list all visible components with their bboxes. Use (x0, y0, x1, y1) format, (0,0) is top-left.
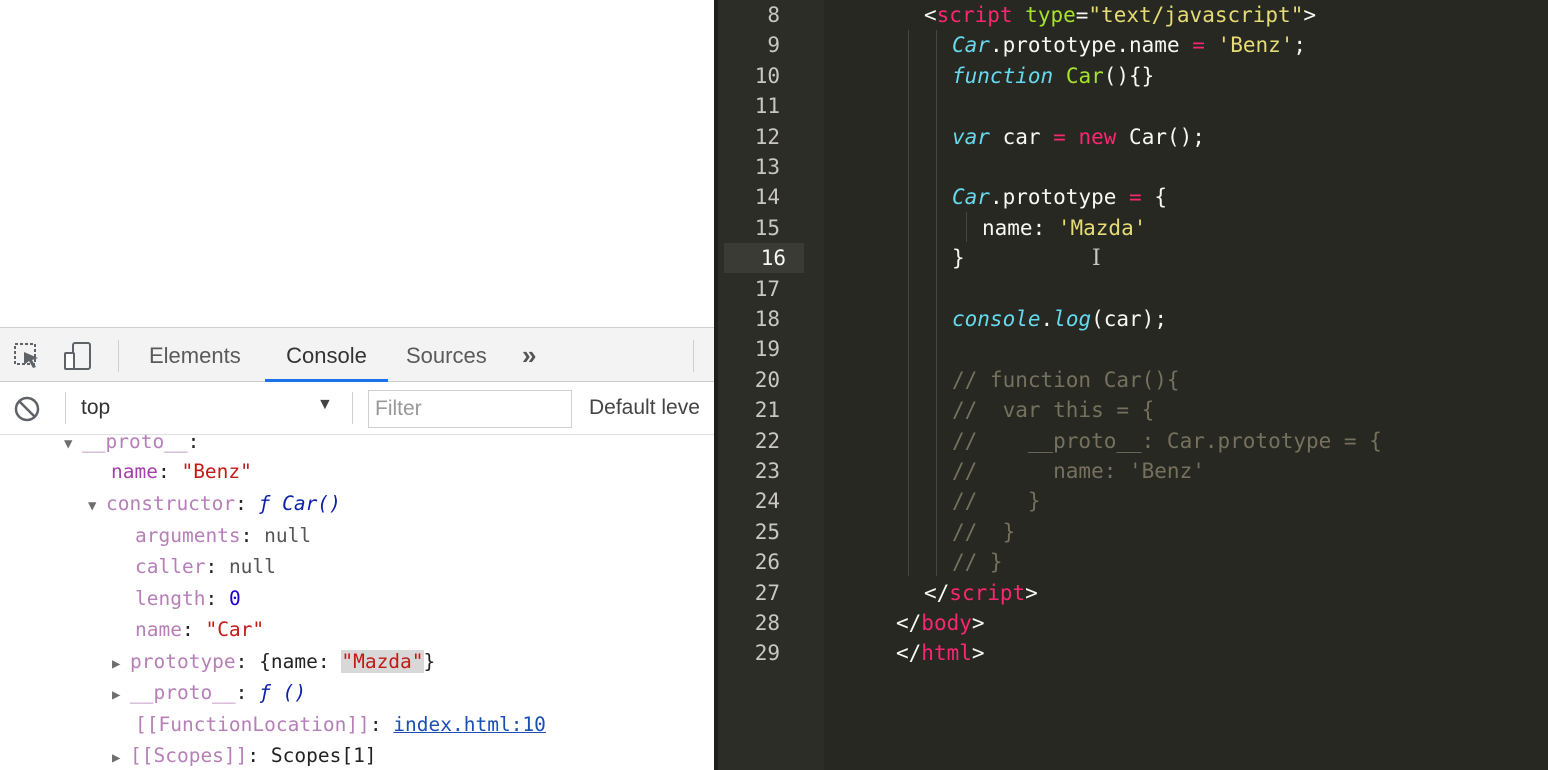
code-comment-line[interactable]: // } (952, 547, 1003, 577)
code-line[interactable]: name: 'Mazda' (982, 213, 1146, 243)
console-row: name: "Car" (135, 618, 265, 641)
devtools-panel: Elements Console Sources » top ▼ Default… (0, 327, 714, 770)
line-number: 14 (754, 185, 780, 210)
indent-guide (966, 212, 967, 242)
line-number: 11 (754, 94, 780, 119)
console-row: length: 0 (135, 587, 241, 610)
line-number: 29 (754, 641, 780, 666)
code-comment-line[interactable]: // } (952, 486, 1041, 516)
code-line[interactable]: Car.prototype = { (952, 182, 1167, 212)
i-beam-cursor-icon: I (1092, 246, 1101, 271)
line-number: 27 (754, 580, 780, 605)
code-line[interactable]: </body> (896, 608, 985, 638)
code-comment-line[interactable]: // name: 'Benz' (952, 456, 1205, 486)
indent-guide (936, 30, 937, 576)
console-filter-input[interactable] (368, 390, 572, 428)
line-number: 8 (767, 3, 780, 27)
code-line[interactable]: console.log(car); (952, 304, 1167, 334)
line-number: 22 (754, 428, 780, 453)
code-line[interactable]: Car.prototype.name = 'Benz'; (952, 30, 1306, 60)
console-row[interactable]: ▶ __proto__: ƒ () (112, 678, 306, 708)
code-line[interactable]: <script type="text/javascript"> (924, 0, 1316, 30)
collapse-triangle-icon[interactable]: ▶ (112, 680, 130, 710)
toolbar-divider (693, 340, 694, 372)
line-number-current: 16 (724, 243, 804, 274)
tab-sources[interactable]: Sources (406, 328, 487, 382)
toolbar-divider (65, 392, 66, 424)
code-comment-line[interactable]: // } (952, 517, 1015, 547)
tab-elements[interactable]: Elements (149, 328, 241, 382)
line-number: 25 (754, 519, 780, 544)
console-row[interactable]: ▶ [[Scopes]]: Scopes[1] (112, 741, 377, 770)
code-line[interactable]: </html> (896, 638, 985, 668)
dropdown-arrow-icon[interactable]: ▼ (317, 396, 333, 414)
code-line-current[interactable]: } (952, 243, 965, 273)
code-comment-line[interactable]: // function Car(){ (952, 365, 1180, 395)
console-row: caller: null (135, 555, 276, 578)
console-row[interactable]: ▼ constructor: ƒ Car() (88, 489, 341, 519)
function-location-link[interactable]: index.html:10 (393, 713, 546, 736)
line-number: 15 (754, 215, 780, 240)
line-number: 13 (754, 155, 780, 179)
code-line[interactable]: </script> (924, 578, 1038, 608)
line-number: 26 (754, 550, 780, 575)
line-number: 18 (754, 307, 780, 331)
console-row[interactable]: ▼ __proto__: (64, 435, 199, 457)
console-row: name: "Benz" (111, 460, 252, 483)
page-viewport (0, 0, 714, 327)
more-tabs-chevron-icon[interactable]: » (522, 340, 537, 371)
device-toolbar-icon[interactable] (63, 341, 93, 371)
console-output: ▼ __proto__: name: "Benz" ▼ constructor: ƒ… (0, 435, 714, 770)
code-comment-line[interactable]: // __proto__: Car.prototype = { (952, 426, 1382, 456)
console-row[interactable]: ▶ prototype: {name: "Mazda"} (112, 647, 435, 677)
console-row: arguments: null (135, 524, 312, 547)
context-selector[interactable]: top (81, 396, 110, 420)
collapse-triangle-icon[interactable]: ▶ (112, 743, 130, 770)
line-number: 9 (767, 33, 780, 58)
line-number: 19 (754, 337, 780, 362)
collapse-triangle-icon[interactable]: ▶ (112, 649, 130, 679)
line-number-gutter: 8 9 10 11 12 13 14 15 16 17 18 19 20 21 … (718, 0, 824, 770)
line-number: 28 (754, 611, 780, 635)
line-number: 20 (754, 367, 780, 392)
clear-console-icon[interactable] (12, 394, 42, 424)
log-levels-dropdown[interactable]: Default leve (589, 396, 700, 420)
line-number: 21 (754, 398, 780, 423)
code-editor[interactable]: 8 9 10 11 12 13 14 15 16 17 18 19 20 21 … (714, 0, 1548, 770)
tab-console[interactable]: Console (265, 328, 388, 382)
line-number: 23 (754, 459, 780, 483)
toolbar-divider (352, 392, 353, 424)
console-toolbar: top ▼ Default leve (0, 382, 714, 435)
line-number: 17 (754, 276, 780, 301)
line-number: 10 (754, 63, 780, 88)
browser-pane: Elements Console Sources » top ▼ Default… (0, 0, 714, 770)
console-row: [[FunctionLocation]]: index.html:10 (135, 713, 546, 736)
expand-triangle-icon[interactable]: ▼ (64, 435, 82, 459)
code-comment-line[interactable]: // var this = { (952, 395, 1154, 425)
expand-triangle-icon[interactable]: ▼ (88, 491, 106, 521)
devtools-tabbar: Elements Console Sources » (0, 328, 714, 382)
code-line[interactable]: function Car(){} (952, 61, 1154, 91)
code-area[interactable]: <script type="text/javascript"> Car.prot… (824, 0, 1548, 770)
line-number: 12 (754, 124, 780, 149)
toolbar-divider (118, 340, 119, 372)
code-line[interactable]: var car = new Car(); (952, 122, 1205, 152)
inspect-element-icon[interactable] (12, 341, 42, 371)
line-number: 24 (754, 489, 780, 514)
indent-guide (908, 30, 909, 576)
